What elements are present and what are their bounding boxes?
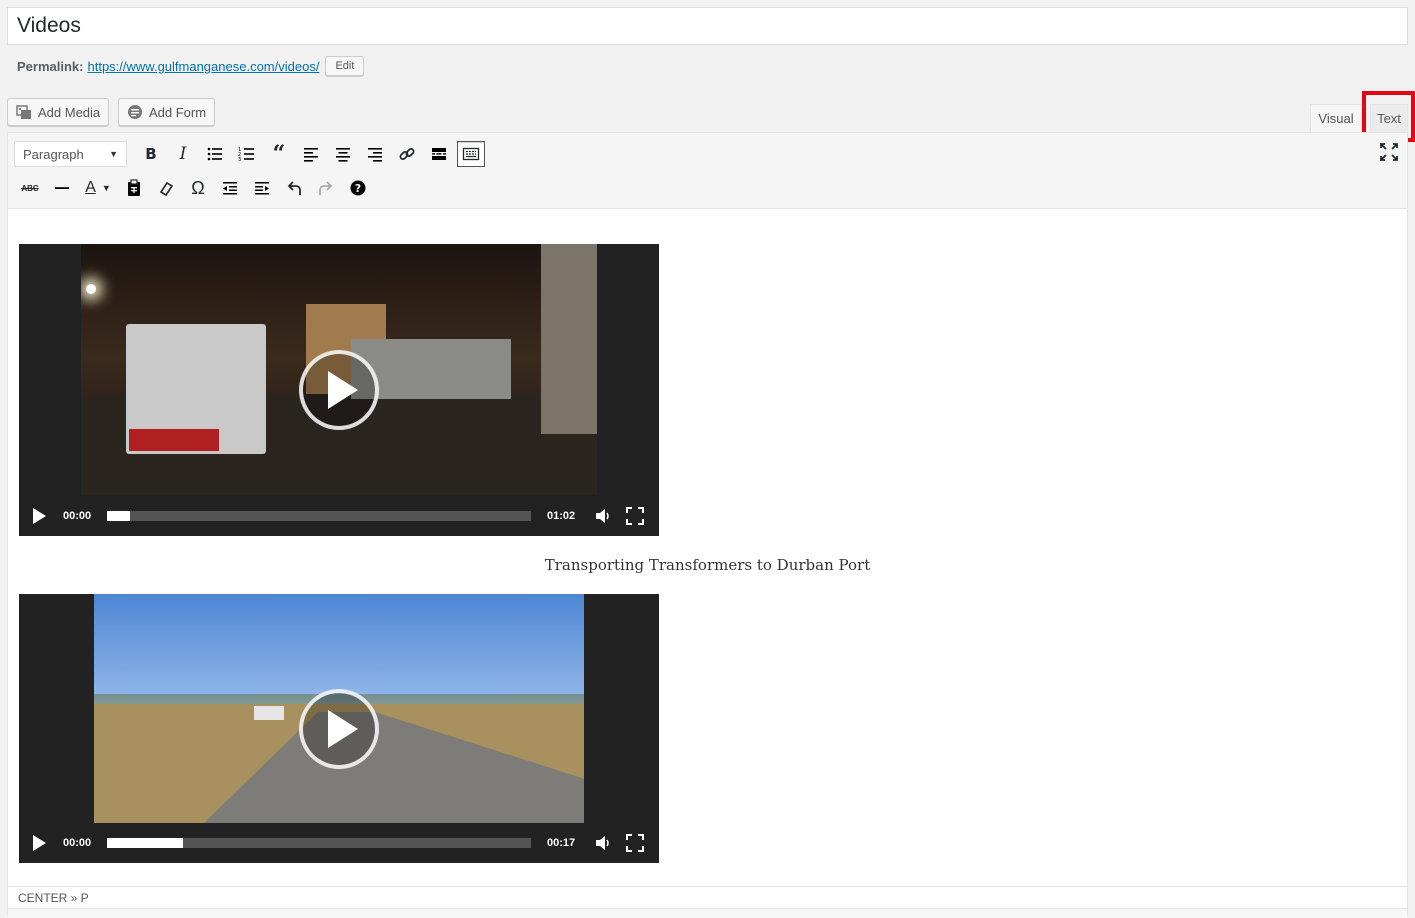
read-more-icon[interactable] xyxy=(423,140,455,168)
video-player[interactable]: 00:00 01:02 xyxy=(19,244,659,536)
editor-container: Paragraph ▼ B I 123 “ ABC A ▼ Ω ? 00:00 … xyxy=(7,132,1408,918)
strikethrough-icon[interactable]: ABC xyxy=(14,174,46,202)
form-icon xyxy=(127,104,143,120)
permalink-edit-button[interactable]: Edit xyxy=(325,56,365,76)
progress-fill xyxy=(107,511,131,521)
video-controls: 00:00 01:02 xyxy=(19,496,659,536)
indent-icon[interactable] xyxy=(246,174,278,202)
volume-icon[interactable] xyxy=(587,507,619,525)
align-right-icon[interactable] xyxy=(359,140,391,168)
toolbar-row-2: ABC A ▼ Ω ? xyxy=(14,174,374,202)
svg-text:3: 3 xyxy=(238,157,241,163)
fullscreen-video-icon[interactable] xyxy=(619,507,651,525)
text-color-icon[interactable]: A ▼ xyxy=(78,174,118,202)
current-time: 00:00 xyxy=(63,837,92,849)
blockquote-icon[interactable]: “ xyxy=(263,140,295,168)
undo-icon[interactable] xyxy=(278,174,310,202)
word-count-bar xyxy=(8,908,1407,918)
toolbar-toggle-icon[interactable] xyxy=(457,141,485,167)
toolbar-row-1: Paragraph ▼ B I 123 “ xyxy=(14,140,485,168)
add-form-label: Add Form xyxy=(149,104,207,120)
svg-text:?: ? xyxy=(355,182,361,195)
permalink-link[interactable]: https://www.gulfmanganese.com/videos/ xyxy=(87,59,319,74)
tab-visual[interactable]: Visual xyxy=(1310,104,1362,132)
clear-formatting-icon[interactable] xyxy=(150,174,182,202)
add-media-button[interactable]: Add Media xyxy=(7,98,110,126)
horizontal-line-icon[interactable] xyxy=(46,174,78,202)
play-overlay-icon[interactable] xyxy=(299,689,379,769)
format-select-value: Paragraph xyxy=(23,146,84,162)
italic-icon[interactable]: I xyxy=(167,140,199,168)
add-form-button[interactable]: Add Form xyxy=(118,98,216,126)
editor-toolbar: Paragraph ▼ B I 123 “ ABC A ▼ Ω ? xyxy=(8,133,1407,209)
fullscreen-video-icon[interactable] xyxy=(619,834,651,852)
add-media-label: Add Media xyxy=(38,104,101,120)
duration: 00:17 xyxy=(547,837,576,849)
element-path: CENTER » P xyxy=(8,886,1407,908)
progress-bar[interactable] xyxy=(107,511,531,521)
link-icon[interactable] xyxy=(391,140,423,168)
play-icon[interactable] xyxy=(33,835,63,851)
current-time: 00:00 xyxy=(63,510,92,522)
bullet-list-icon[interactable] xyxy=(199,140,231,168)
outdent-icon[interactable] xyxy=(214,174,246,202)
format-select[interactable]: Paragraph ▼ xyxy=(14,141,127,167)
add-media-icon xyxy=(16,104,32,120)
bold-icon[interactable]: B xyxy=(135,140,167,168)
play-overlay-icon[interactable] xyxy=(299,350,379,430)
editor-content[interactable]: 00:00 01:02 Transporting Transformers to… xyxy=(8,210,1407,886)
permalink-label: Permalink: xyxy=(17,58,84,74)
align-left-icon[interactable] xyxy=(295,140,327,168)
redo-icon[interactable] xyxy=(310,174,342,202)
tab-text[interactable]: Text xyxy=(1370,104,1408,132)
video-caption: Transporting Transformers to Durban Port xyxy=(544,556,871,574)
special-character-icon[interactable]: Ω xyxy=(182,174,214,202)
chevron-down-icon: ▼ xyxy=(109,149,118,159)
help-icon[interactable]: ? xyxy=(342,174,374,202)
permalink-row: Permalink: https://www.gulfmanganese.com… xyxy=(17,54,365,78)
progress-bar[interactable] xyxy=(107,838,531,848)
paste-text-icon[interactable] xyxy=(118,174,150,202)
post-title-input[interactable]: Videos xyxy=(7,7,1408,45)
numbered-list-icon[interactable]: 123 xyxy=(231,140,263,168)
progress-fill xyxy=(107,838,184,848)
video-controls: 00:00 00:17 xyxy=(19,823,659,863)
play-icon[interactable] xyxy=(33,508,63,524)
duration: 01:02 xyxy=(547,510,576,522)
align-center-icon[interactable] xyxy=(327,140,359,168)
video-player[interactable]: 00:00 00:17 xyxy=(19,594,659,863)
fullscreen-icon[interactable] xyxy=(1379,142,1399,162)
volume-icon[interactable] xyxy=(587,834,619,852)
